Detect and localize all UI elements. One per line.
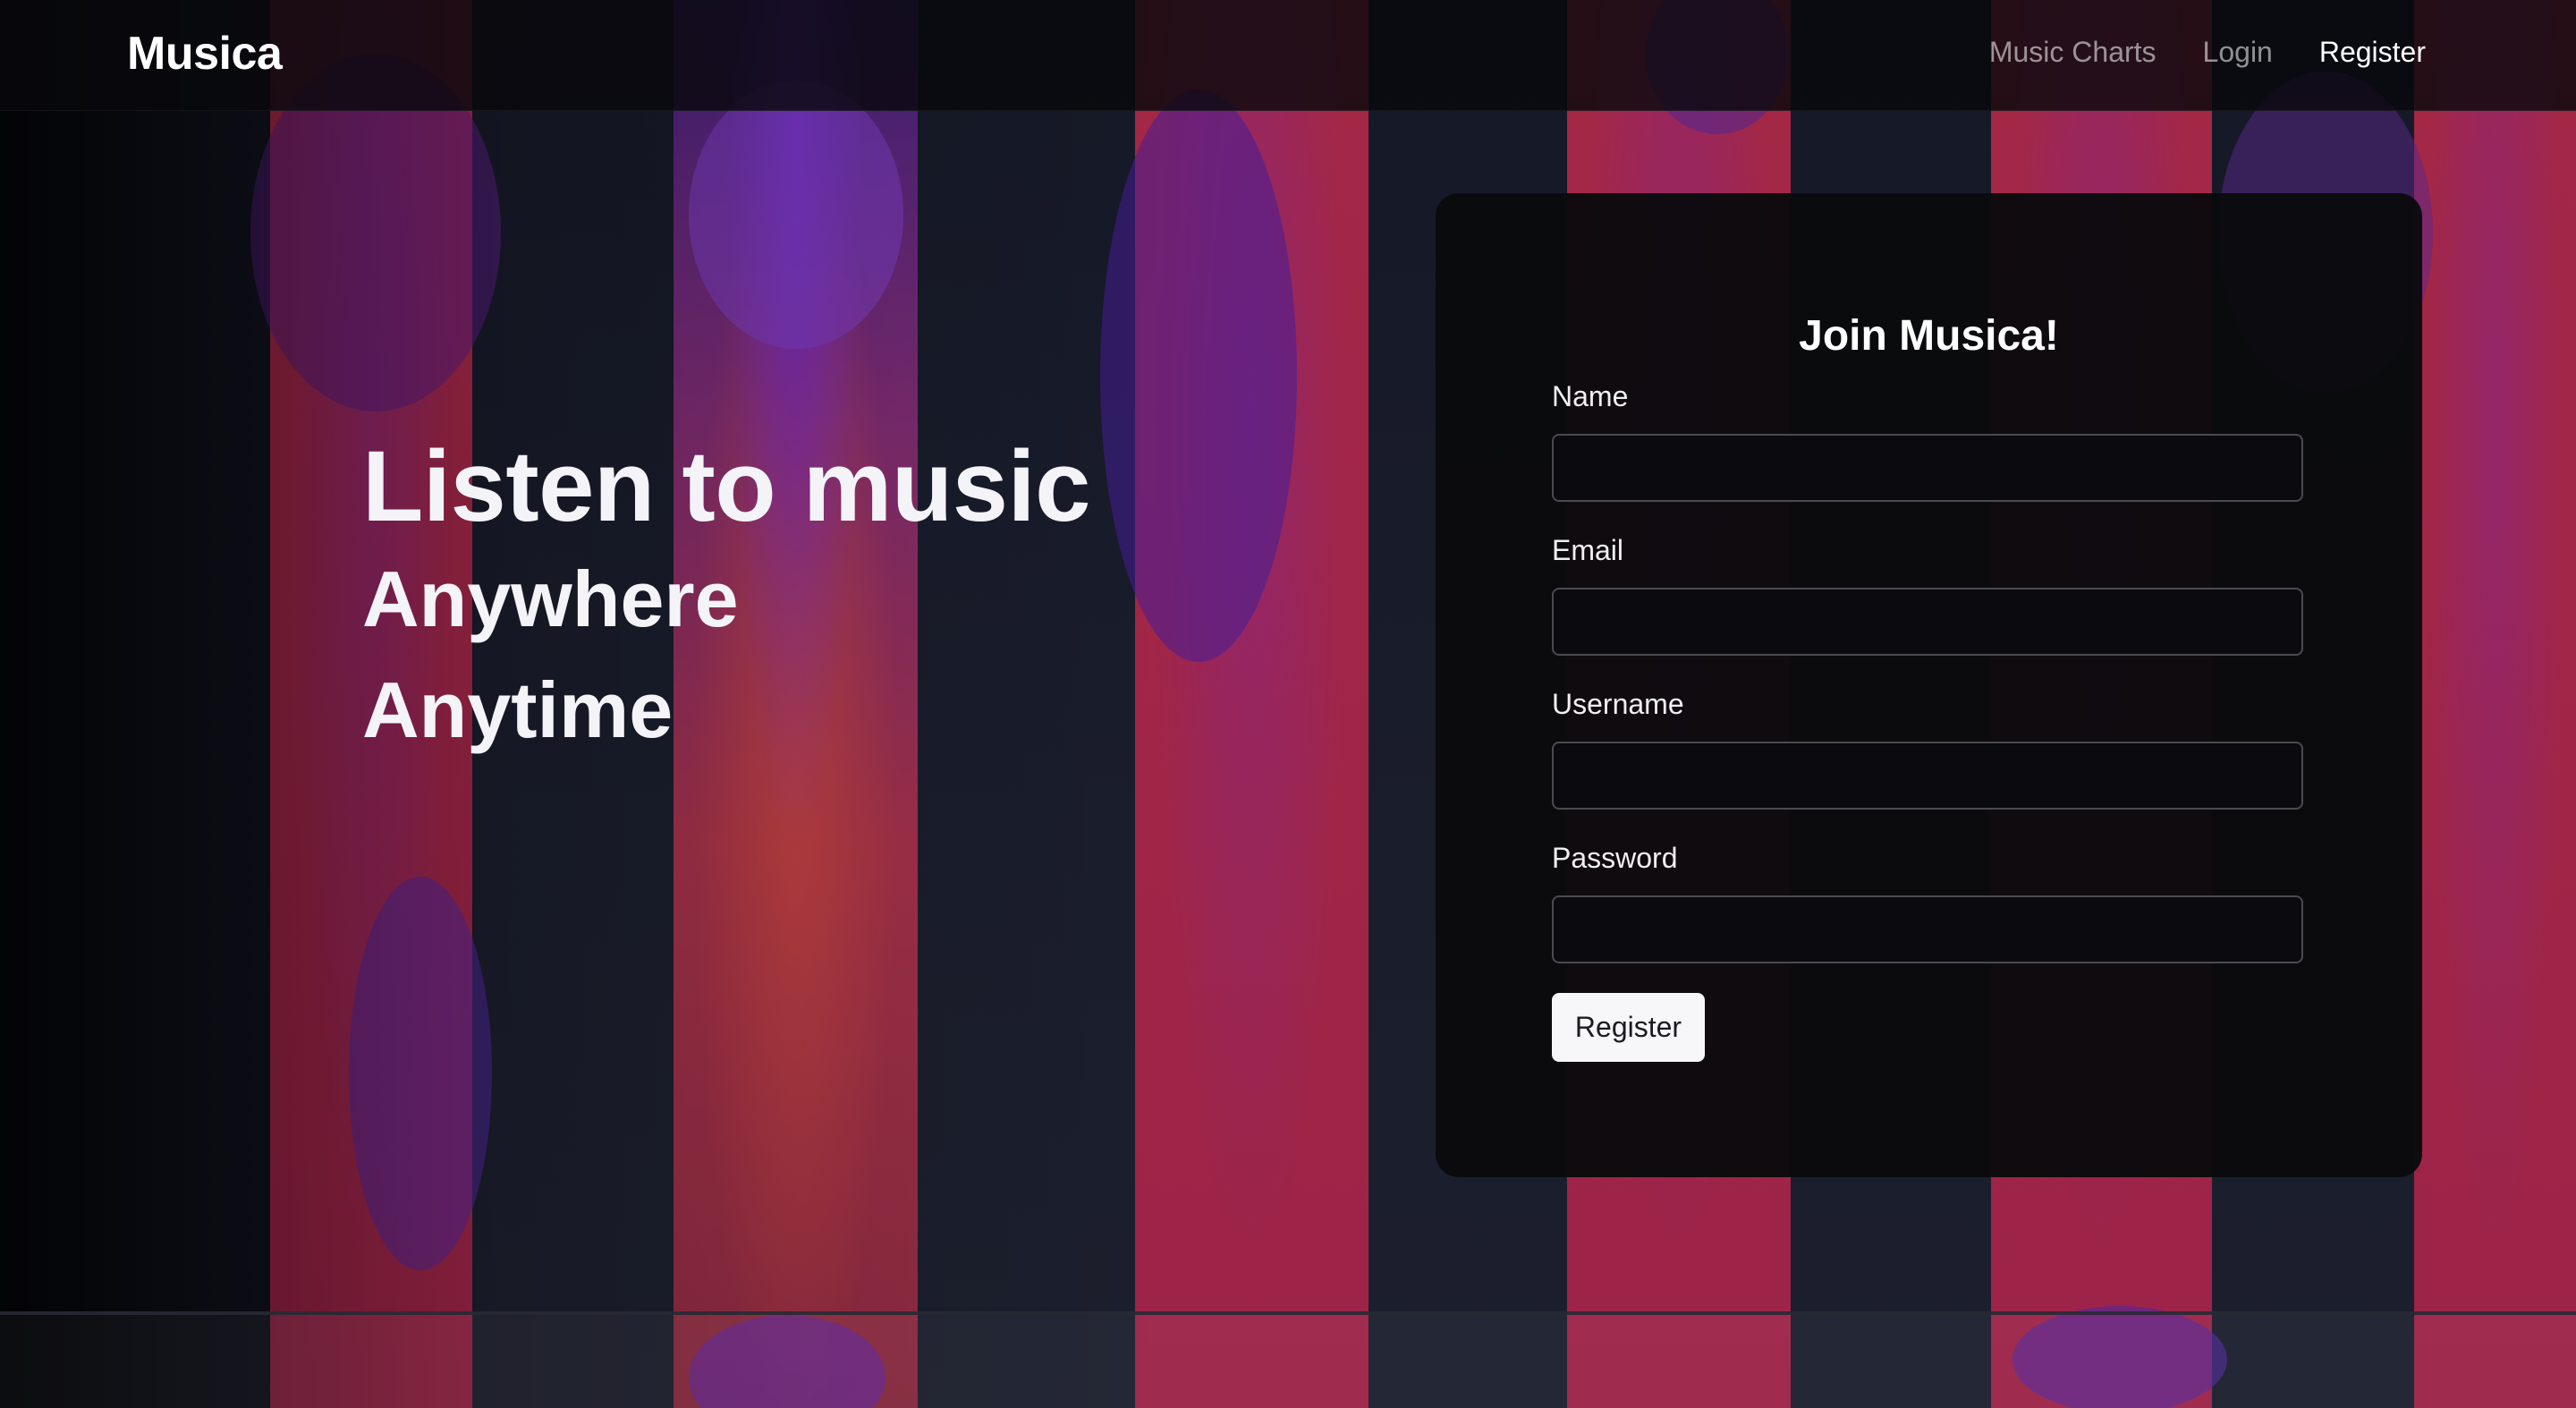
background-stripe <box>0 0 270 1408</box>
footer <box>0 1315 2576 1408</box>
email-label: Email <box>1552 534 1624 566</box>
brand-logo[interactable]: Musica <box>127 27 283 81</box>
password-field[interactable] <box>1552 895 2303 963</box>
hero-subtitle-anywhere: Anywhere <box>362 555 739 643</box>
top-navbar: Musica Music Charts Login Register <box>0 0 2576 111</box>
register-form-card: Join Musica! Name Email Username Passwor… <box>1436 193 2422 1177</box>
nav-link-register[interactable]: Register <box>2319 36 2426 69</box>
nav-link-login[interactable]: Login <box>2203 36 2273 69</box>
email-field[interactable] <box>1552 588 2303 656</box>
username-label: Username <box>1552 688 1684 720</box>
name-field[interactable] <box>1552 434 2303 502</box>
nav-link-music-charts[interactable]: Music Charts <box>1989 36 2157 69</box>
nav-links: Music Charts Login Register <box>1989 36 2426 69</box>
page: Musica Music Charts Login Register Liste… <box>0 0 2576 1408</box>
register-button[interactable]: Register <box>1552 993 1705 1062</box>
hero-title: Listen to music <box>362 430 1090 542</box>
background-stripe <box>2414 0 2576 1408</box>
hero-section: Listen to music Anywhere Anytime <box>362 437 1090 750</box>
background-stripe <box>1135 0 1368 1408</box>
password-label: Password <box>1552 842 1678 874</box>
form-title: Join Musica! <box>1799 312 2059 360</box>
hero-subtitle-anytime: Anytime <box>362 666 674 754</box>
name-label: Name <box>1552 380 1629 412</box>
username-field[interactable] <box>1552 742 2303 810</box>
